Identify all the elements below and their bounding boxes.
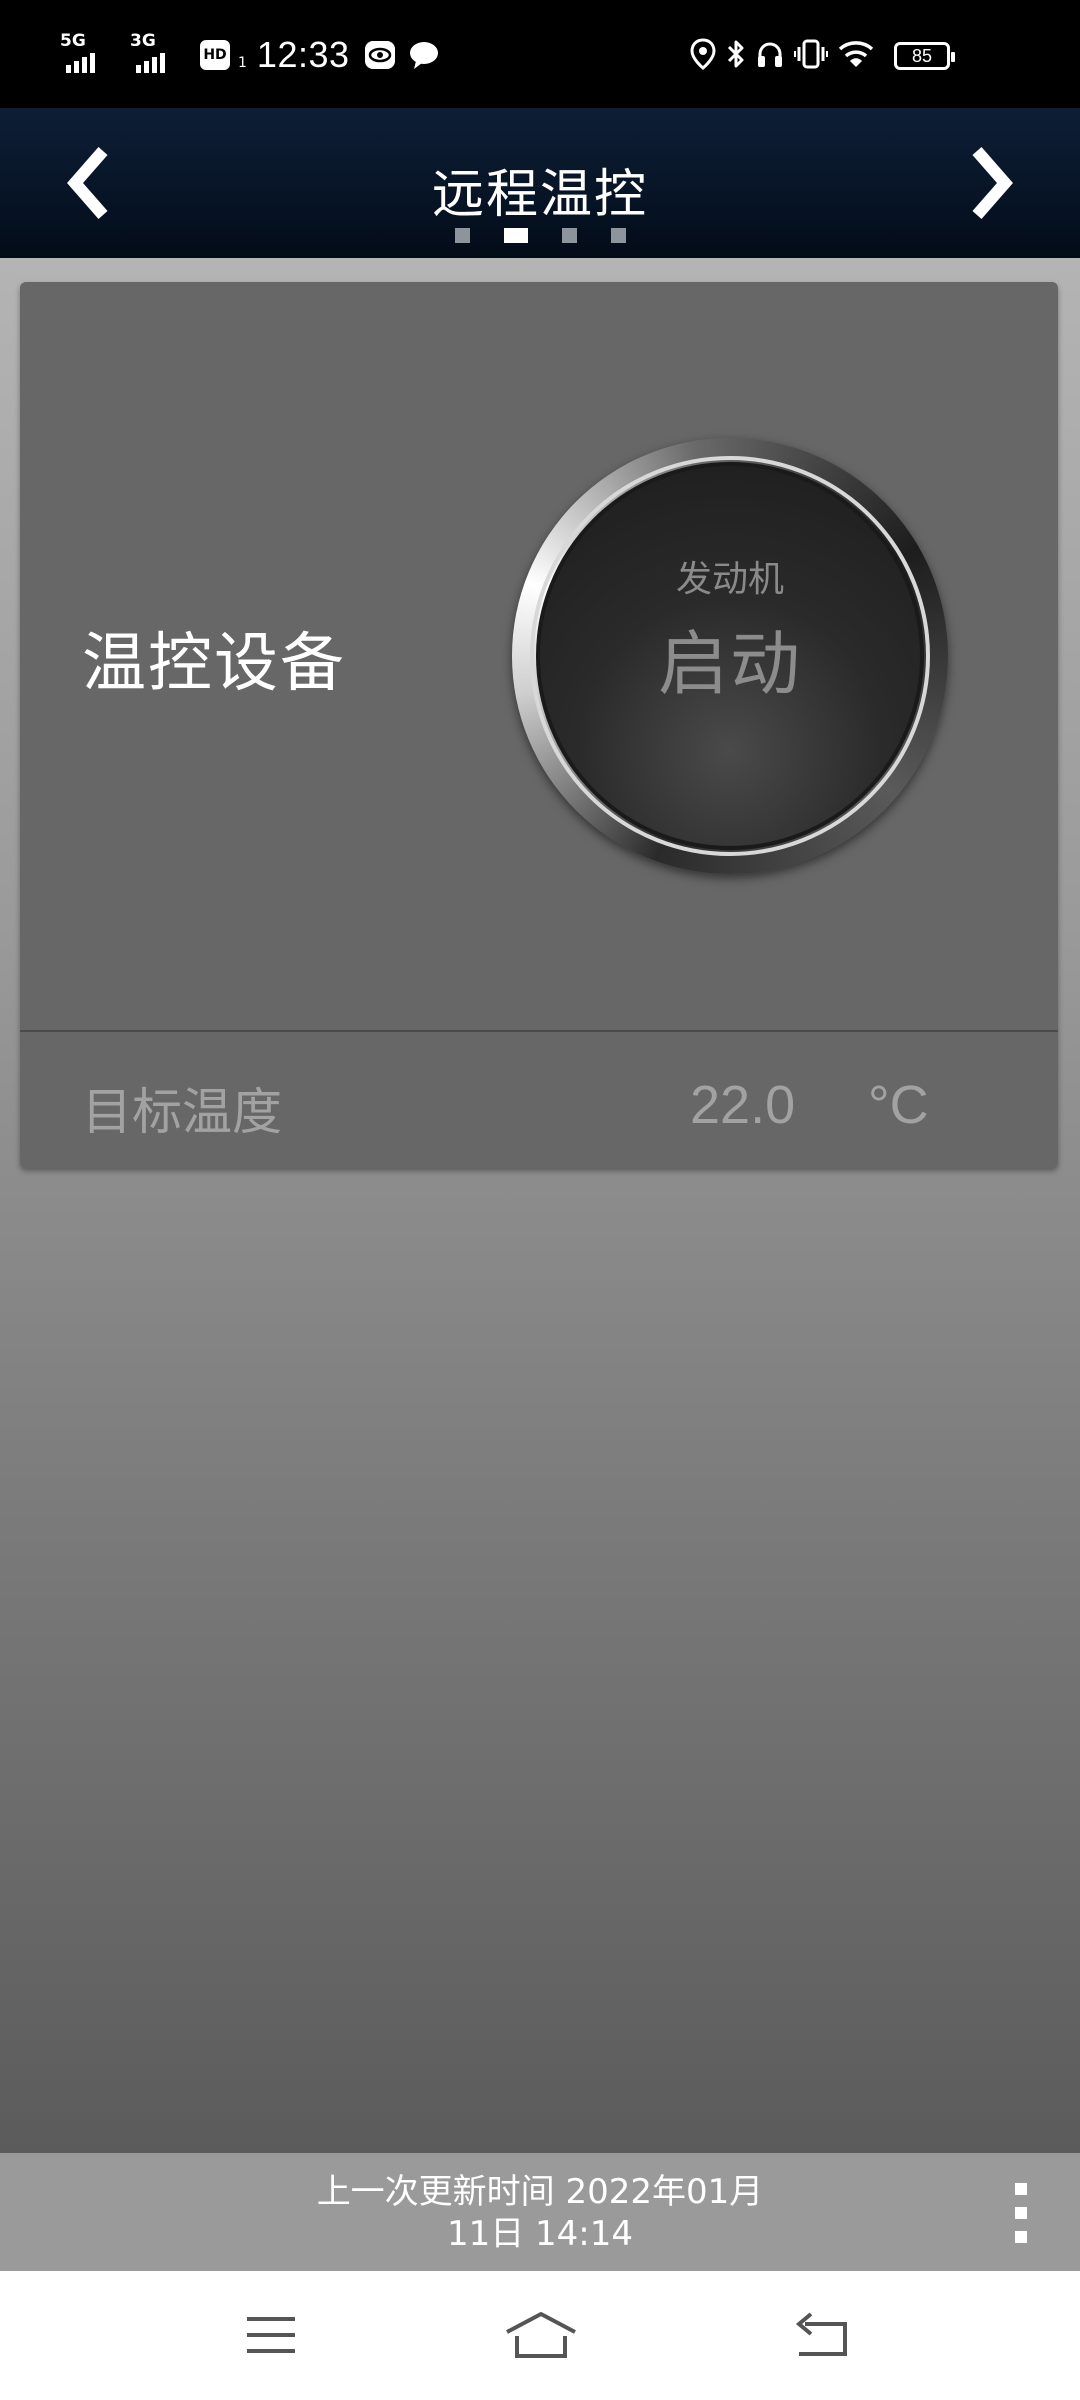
- system-home-button[interactable]: [496, 2303, 586, 2367]
- engine-start-label: 启动: [658, 623, 802, 705]
- next-page-button[interactable]: [952, 138, 1032, 228]
- last-update-line-2: 11日 14:14: [446, 2214, 634, 2254]
- system-back-button[interactable]: [778, 2303, 868, 2367]
- page-dot: [610, 228, 626, 243]
- location-icon: [690, 38, 716, 74]
- target-temperature-value[interactable]: 22.0: [690, 1074, 795, 1136]
- eye-app-icon: [364, 40, 396, 70]
- target-temperature-unit: °C: [868, 1075, 929, 1135]
- page-indicator: [0, 228, 1080, 243]
- engine-start-sub-label: 发动机: [675, 559, 784, 600]
- vibrate-icon: [794, 38, 828, 74]
- climate-control-card: 温控设备 发动机 启动 目标温度 22.0 °C: [20, 282, 1058, 1168]
- bluetooth-icon: [726, 38, 746, 74]
- back-icon: [795, 2312, 847, 2356]
- page-title: 远程温控: [431, 165, 648, 225]
- hd-sub-label: 1: [238, 55, 247, 71]
- battery-level: 85: [911, 45, 933, 66]
- signal-2-type: 3G: [130, 31, 156, 51]
- page-dot-active: [503, 228, 528, 243]
- app-header: 远程温控: [0, 108, 1080, 258]
- last-update-bar: 上一次更新时间 2022年01月 11日 14:14: [0, 2153, 1080, 2271]
- wifi-icon: [838, 39, 874, 73]
- status-bar-right: 85: [690, 34, 955, 78]
- signal-5g-icon: 5G: [60, 33, 112, 77]
- more-vertical-icon[interactable]: [1006, 2183, 1036, 2243]
- headphones-icon: [756, 39, 784, 73]
- hd-voice-icon: HD: [200, 40, 230, 70]
- menu-icon: [247, 2317, 295, 2353]
- signal-1-type: 5G: [60, 31, 86, 51]
- chevron-right-icon: [972, 147, 1013, 219]
- divider: [20, 1030, 1058, 1032]
- page-dot: [454, 228, 470, 243]
- status-bar: 5G 3G HD 1 12:33 85: [0, 0, 1080, 108]
- page-dot: [561, 228, 577, 243]
- engine-start-button[interactable]: 发动机 启动: [512, 438, 948, 874]
- system-menu-button[interactable]: [226, 2303, 316, 2367]
- target-temperature-label: 目标温度: [82, 1083, 282, 1141]
- signal-3g-icon: 3G: [130, 33, 182, 77]
- status-bar-left: 5G 3G HD 1 12:33: [60, 30, 452, 80]
- last-update-text: 上一次更新时间 2022年01月 11日 14:14: [0, 2171, 1080, 2255]
- battery-icon: 85: [894, 42, 955, 70]
- system-nav-bar: [0, 2271, 1080, 2400]
- status-time: 12:33: [256, 34, 350, 75]
- last-update-line-1: 上一次更新时间 2022年01月: [316, 2172, 764, 2212]
- message-bubble-icon: [408, 40, 440, 70]
- main-content: 温控设备 发动机 启动 目标温度 22.0 °C: [0, 258, 1080, 2153]
- home-icon: [506, 2312, 576, 2358]
- device-label: 温控设备: [82, 627, 346, 701]
